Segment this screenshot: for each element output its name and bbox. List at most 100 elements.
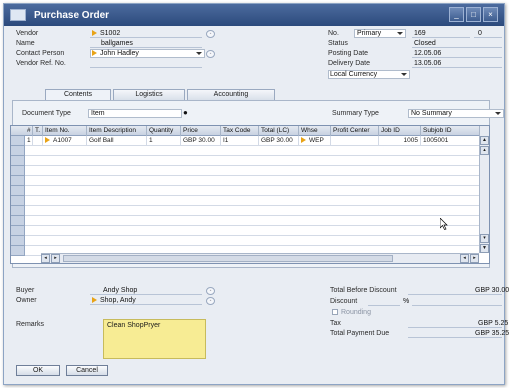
window-icon	[10, 9, 26, 21]
col-header-type[interactable]: T.	[33, 126, 43, 136]
owner-choose-icon[interactable]: ◦	[206, 297, 215, 305]
contact-choose-icon[interactable]: ◦	[206, 50, 215, 58]
cell-description[interactable]: Golf Ball	[87, 136, 147, 146]
col-header-price[interactable]: Price	[181, 126, 221, 136]
tax-value: GBP 5.25	[478, 320, 509, 327]
cell-quantity[interactable]: 1	[147, 136, 181, 146]
total-payment-due-label: Total Payment Due	[330, 330, 390, 337]
row-selector[interactable]	[11, 216, 25, 226]
cell-tax-code[interactable]: I1	[221, 136, 259, 146]
maximize-button[interactable]: □	[466, 7, 481, 22]
remarks-label: Remarks	[16, 321, 45, 328]
contact-value-wrap: John Hadley	[92, 50, 139, 57]
minimize-button[interactable]: _	[449, 7, 464, 22]
discount-amount-field[interactable]	[412, 298, 502, 306]
cell-subjob-id[interactable]: 1005001	[421, 136, 481, 146]
row-selector[interactable]	[11, 226, 25, 236]
buyer-choose-icon[interactable]: ◦	[206, 287, 215, 295]
cell-job-id[interactable]: 1005	[379, 136, 421, 146]
scroll-down-icon[interactable]: ▾	[480, 234, 489, 243]
horizontal-scroll-thumb[interactable]	[63, 255, 393, 262]
vendor-ref-field[interactable]	[90, 60, 202, 68]
table-row[interactable]	[11, 236, 479, 246]
row-selector[interactable]	[11, 236, 25, 246]
cell-item-no-value: A1007	[53, 137, 72, 144]
row-selector[interactable]	[11, 176, 25, 186]
scroll-right-icon[interactable]: ▸	[470, 254, 479, 263]
posting-date-value: 12.05.06	[414, 50, 442, 57]
row-selector[interactable]	[11, 136, 25, 146]
rounding-wrap: Rounding	[332, 309, 371, 316]
row-selector[interactable]	[11, 206, 25, 216]
tab-logistics[interactable]: Logistics	[113, 89, 185, 100]
cell-whse[interactable]: WEP	[299, 136, 331, 146]
chevron-down-icon	[397, 32, 403, 35]
scroll-top-icon[interactable]: ▲	[480, 136, 489, 145]
link-arrow-icon[interactable]	[92, 30, 97, 37]
table-row[interactable]	[11, 196, 479, 206]
close-button[interactable]: ×	[483, 7, 498, 22]
row-selector[interactable]	[11, 166, 25, 176]
status-value: Closed	[414, 40, 436, 47]
col-header-whse[interactable]: Whse	[299, 126, 331, 136]
col-header-num[interactable]: #	[25, 126, 33, 136]
table-row[interactable]	[11, 166, 479, 176]
table-row[interactable]	[11, 226, 479, 236]
scroll-left-icon[interactable]: ◂	[41, 254, 50, 263]
col-header-job-id[interactable]: Job ID	[379, 126, 421, 136]
tax-label: Tax	[330, 320, 341, 327]
scroll-right-small-icon[interactable]: ▸	[51, 254, 60, 263]
cell-total[interactable]: GBP 30.00	[259, 136, 299, 146]
row-selector[interactable]	[11, 186, 25, 196]
cell-item-no[interactable]: A1007	[43, 136, 87, 146]
scroll-left-end-icon[interactable]: ◂	[460, 254, 469, 263]
scroll-bottom-icon[interactable]: ▼	[480, 244, 489, 253]
cancel-button[interactable]: Cancel	[66, 365, 108, 376]
vertical-scrollbar[interactable]: ▲ ▴ ▾ ▼	[479, 126, 489, 253]
table-row[interactable]	[11, 176, 479, 186]
col-header-profit-center[interactable]: Profit Center	[331, 126, 379, 136]
cell-num: 1	[25, 136, 33, 146]
link-arrow-icon[interactable]	[45, 137, 50, 144]
link-arrow-icon[interactable]	[92, 297, 97, 304]
tab-contents[interactable]: Contents	[45, 89, 111, 100]
discount-percent-field[interactable]	[368, 298, 400, 306]
discount-percent-sign: %	[403, 298, 410, 305]
link-arrow-icon[interactable]	[92, 50, 97, 57]
tab-accounting[interactable]: Accounting	[187, 89, 275, 100]
remarks-textarea[interactable]: Clean ShopPryer	[103, 319, 206, 359]
table-row[interactable]	[11, 156, 479, 166]
remarks-value: Clean ShopPryer	[107, 322, 161, 329]
col-header-subjob-id[interactable]: Subjob ID	[421, 126, 481, 136]
table-row[interactable]	[11, 216, 479, 226]
col-header-description[interactable]: Item Description	[87, 126, 147, 136]
pin-icon[interactable]: ●	[183, 108, 188, 117]
horizontal-scrollbar[interactable]: ◂ ▸ ◂ ▸	[41, 253, 479, 263]
rounding-checkbox[interactable]	[332, 309, 338, 316]
table-row[interactable]	[11, 206, 479, 216]
col-header-tax-code[interactable]: Tax Code	[221, 126, 259, 136]
ok-button[interactable]: OK	[16, 365, 60, 376]
total-payment-due-value: GBP 35.25	[475, 330, 510, 337]
table-row[interactable]: 1 A1007 Golf Ball 1 GBP 30.00 I1 GBP 30.…	[11, 136, 481, 146]
row-selector[interactable]	[11, 246, 25, 256]
table-row[interactable]	[11, 186, 479, 196]
discount-label: Discount	[330, 298, 358, 305]
row-selector[interactable]	[11, 146, 25, 156]
chevron-down-icon	[401, 73, 407, 76]
scroll-up-icon[interactable]: ▴	[480, 146, 489, 155]
row-selector[interactable]	[11, 196, 25, 206]
item-grid[interactable]: # T. Item No. Item Description Quantity …	[10, 125, 490, 264]
table-row[interactable]	[11, 146, 479, 156]
row-selector[interactable]	[11, 156, 25, 166]
link-arrow-icon[interactable]	[301, 137, 306, 144]
vendor-choose-icon[interactable]: ◦	[206, 30, 215, 38]
col-header-total[interactable]: Total (LC)	[259, 126, 299, 136]
col-header-item-no[interactable]: Item No.	[43, 126, 87, 136]
cell-profit-center[interactable]	[331, 136, 379, 146]
title-bar[interactable]: Purchase Order _ □ ×	[4, 4, 504, 26]
total-before-discount-value: GBP 30.00	[475, 287, 510, 294]
cell-price[interactable]: GBP 30.00	[181, 136, 221, 146]
col-header-quantity[interactable]: Quantity	[147, 126, 181, 136]
chevron-down-icon	[495, 112, 501, 115]
